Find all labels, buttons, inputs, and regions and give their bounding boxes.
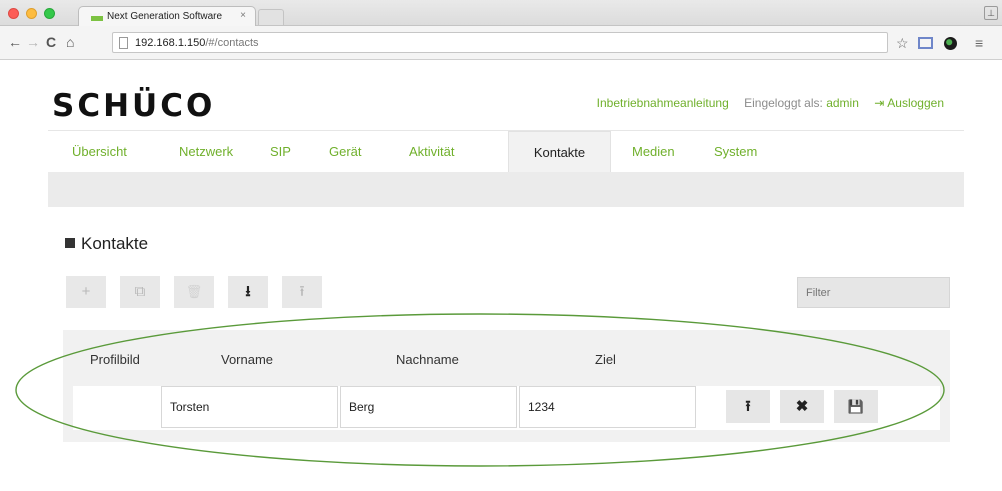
last-name-input[interactable] <box>340 386 517 428</box>
address-bar[interactable]: 192.168.1.150/#/contacts <box>112 32 888 53</box>
tab-title: Next Generation Software <box>107 11 223 22</box>
browser-tab[interactable]: Next Generation Software × <box>78 6 256 27</box>
home-icon[interactable]: ⌂ <box>66 34 74 50</box>
contacts-icon <box>65 238 75 248</box>
save-icon: 💾 <box>847 399 865 414</box>
upload-icon: ⭱ <box>299 283 305 300</box>
add-contact-button[interactable]: + <box>66 276 106 308</box>
column-header-profilbild: Profilbild <box>90 352 140 367</box>
page-title-text: Kontakte <box>81 234 149 253</box>
page-title: Kontakte <box>65 234 148 254</box>
url-path: /#/contacts <box>205 37 259 49</box>
reload-icon[interactable]: C <box>46 34 56 50</box>
page-icon <box>119 37 128 49</box>
target-input[interactable] <box>519 386 696 428</box>
profile-image-cell <box>73 386 161 428</box>
upload-contacts-button[interactable]: ⭱ <box>282 276 322 308</box>
remove-row-button[interactable]: ✖ <box>780 390 824 423</box>
schueco-logo: SCHÜCO <box>52 88 216 124</box>
delete-contact-button[interactable]: 🗑 <box>174 276 214 308</box>
logged-in-label: Eingeloggt als: <box>744 96 823 110</box>
contacts-table: Profilbild Vorname Nachname Ziel ⭱ ✖ 💾 <box>63 330 950 442</box>
download-icon: ⭳ <box>245 283 251 300</box>
column-header-vorname: Vorname <box>221 352 274 367</box>
bookmark-star-icon[interactable]: ☆ <box>896 35 909 51</box>
column-header-nachname: Nachname <box>396 352 459 367</box>
new-tab-button[interactable] <box>258 9 284 25</box>
trash-icon: 🗑 <box>185 284 203 299</box>
cast-icon[interactable] <box>918 37 933 49</box>
main-navigation: Übersicht Netzwerk SIP Gerät Aktivität K… <box>48 130 964 173</box>
forward-arrow-icon[interactable]: → <box>26 34 40 50</box>
nav-tab-kontakte[interactable]: Kontakte <box>508 131 611 173</box>
window-profile-icon[interactable]: ⊥ <box>984 6 998 20</box>
back-arrow-icon[interactable]: ← <box>8 34 22 50</box>
plus-icon: + <box>81 283 91 300</box>
extension-icon[interactable] <box>944 37 957 50</box>
nav-tab-sip[interactable]: SIP <box>270 131 291 173</box>
sub-navigation-bar <box>48 172 964 207</box>
favicon-icon <box>91 16 103 21</box>
logout-link[interactable]: Ausloggen <box>887 96 944 110</box>
nav-tab-netzwerk[interactable]: Netzwerk <box>179 131 233 173</box>
close-window-button[interactable] <box>8 8 19 19</box>
nav-tab-medien[interactable]: Medien <box>632 131 675 173</box>
table-row: ⭱ ✖ 💾 <box>73 386 940 430</box>
save-row-button[interactable]: 💾 <box>834 390 878 423</box>
url-host: 192.168.1.150 <box>135 37 206 49</box>
nav-tab-system[interactable]: System <box>714 131 757 173</box>
username-link[interactable]: admin <box>826 96 859 110</box>
browser-toolbar: ← → C ⌂ 192.168.1.150/#/contacts ☆ ≡ <box>0 26 1002 60</box>
copy-icon: ⧉ <box>134 283 146 300</box>
url-text: 192.168.1.150/#/contacts <box>135 37 259 49</box>
filter-input[interactable] <box>797 277 950 308</box>
minimize-window-button[interactable] <box>26 8 37 19</box>
first-name-input[interactable] <box>161 386 338 428</box>
browser-titlebar: Next Generation Software × ⊥ <box>0 0 1002 27</box>
upload-icon: ⭱ <box>745 398 751 415</box>
maximize-window-button[interactable] <box>44 8 55 19</box>
nav-tab-aktivitaet[interactable]: Aktivität <box>409 131 455 173</box>
tab-close-icon[interactable]: × <box>240 10 246 21</box>
guide-link[interactable]: Inbetriebnahmeanleitung <box>597 96 729 110</box>
column-header-ziel: Ziel <box>595 352 616 367</box>
header-links: Inbetriebnahmeanleitung Eingeloggt als: … <box>597 96 944 110</box>
browser-menu-icon[interactable]: ≡ <box>975 35 983 51</box>
download-contacts-button[interactable]: ⭳ <box>228 276 268 308</box>
close-icon: ✖ <box>795 398 809 415</box>
nav-tab-geraet[interactable]: Gerät <box>329 131 362 173</box>
copy-contact-button[interactable]: ⧉ <box>120 276 160 308</box>
upload-row-button[interactable]: ⭱ <box>726 390 770 423</box>
logout-icon[interactable]: ⇥ <box>874 96 884 110</box>
nav-tab-uebersicht[interactable]: Übersicht <box>72 131 127 173</box>
